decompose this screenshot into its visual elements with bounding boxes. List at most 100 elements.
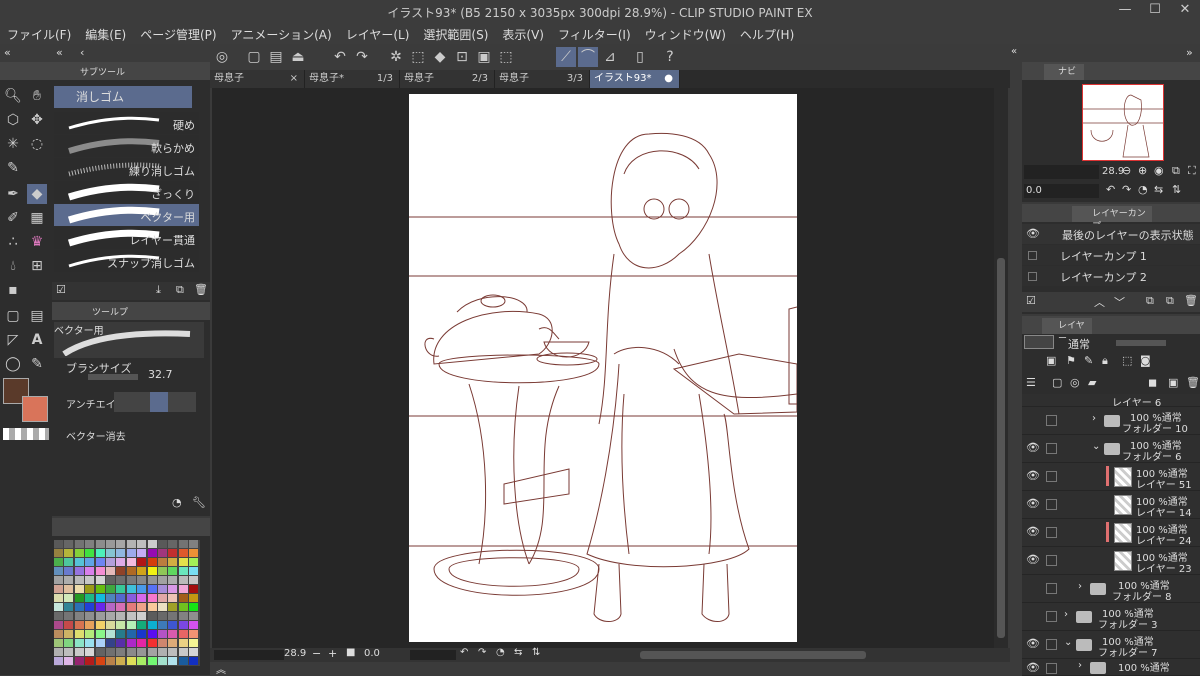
clip-icon[interactable]: ▣ (1046, 354, 1056, 367)
color-swatch[interactable] (168, 603, 178, 611)
color-swatch[interactable] (189, 648, 199, 656)
document-tab[interactable]: 母息子 2/3 (400, 70, 495, 88)
color-swatch[interactable] (178, 567, 188, 575)
canvas-area[interactable] (212, 88, 994, 648)
color-swatch[interactable] (116, 558, 126, 566)
color-swatch[interactable] (54, 630, 63, 638)
snap-grid-icon[interactable]: ⊿ (600, 47, 620, 67)
navigator-angle-value[interactable]: 0.0 (1026, 185, 1042, 196)
color-swatch[interactable] (64, 585, 74, 593)
color-swatch[interactable] (189, 621, 199, 629)
color-swatch[interactable] (137, 594, 147, 602)
collapse-icon[interactable]: ⌄ (1064, 637, 1072, 648)
reference-icon[interactable]: ⚑ (1066, 354, 1076, 367)
navigator-preview[interactable] (1082, 84, 1164, 161)
flip-horizontal-icon[interactable]: ⇆ (1154, 183, 1163, 196)
eraser-tool-icon[interactable]: ◆ (27, 184, 47, 204)
color-swatch[interactable] (158, 576, 167, 584)
brush-item[interactable]: レイヤー貫通 (54, 227, 199, 249)
copy-comp-icon[interactable]: ⧉ (1166, 294, 1174, 308)
balloon-tool-icon[interactable]: ◯ (3, 354, 23, 374)
add-comp-icon[interactable]: ⧉ (1146, 294, 1154, 308)
draft-icon[interactable]: ✎ (1084, 354, 1093, 367)
device-icon[interactable]: ▯ (630, 47, 650, 67)
layer-row[interactable]: 👁︎ 100 %通常 レイヤー 24 (1022, 519, 1200, 547)
fit-icon[interactable]: ■ (346, 647, 355, 658)
document-tab-active[interactable]: イラスト93* ● (590, 70, 680, 88)
hand-tool-icon[interactable]: ✋︎ (27, 86, 47, 106)
color-swatch[interactable] (95, 630, 105, 638)
menu-help[interactable]: ヘルプ(H) (733, 22, 801, 43)
blend-mode[interactable]: 通常 (1068, 336, 1090, 352)
new-folder-icon[interactable]: ▰ (1088, 376, 1096, 389)
color-swatch[interactable] (126, 549, 136, 557)
color-swatch[interactable] (85, 657, 95, 665)
color-swatch[interactable] (116, 585, 126, 593)
color-swatch[interactable] (64, 540, 74, 548)
color-swatch[interactable] (106, 540, 115, 548)
color-swatch[interactable] (54, 576, 63, 584)
collapse-icon[interactable]: ⌄ (1092, 441, 1100, 452)
color-swatch[interactable] (168, 630, 178, 638)
color-swatch[interactable] (116, 612, 126, 620)
color-swatch[interactable] (85, 621, 95, 629)
color-swatch[interactable] (106, 576, 115, 584)
layer-row[interactable]: 👁︎ 100 %通常 レイヤー 14 (1022, 491, 1200, 519)
navigator-zoom-slider[interactable] (1024, 165, 1099, 179)
color-swatch[interactable] (178, 576, 188, 584)
color-swatch[interactable] (189, 603, 199, 611)
color-swatch[interactable] (116, 549, 126, 557)
color-swatch[interactable] (158, 567, 167, 575)
horizontal-scrollbar[interactable] (640, 651, 866, 659)
color-swatch[interactable] (85, 648, 95, 656)
new-layer-icon[interactable]: ◼ (1148, 376, 1157, 389)
color-swatch[interactable] (85, 630, 95, 638)
color-swatch[interactable] (64, 567, 74, 575)
color-swatch[interactable] (95, 549, 105, 557)
layer-tab[interactable]: レイヤー (1042, 318, 1092, 344)
layer-row[interactable]: › 100 %通常 フォルダー 3 (1022, 603, 1200, 631)
document-tab[interactable]: 母息子 × (210, 70, 305, 88)
layer-comp-item[interactable]: レイヤーカンプ 1 (1022, 245, 1200, 265)
color-swatch[interactable] (54, 594, 63, 602)
color-swatch[interactable] (137, 639, 147, 647)
brush-item[interactable]: 硬め (54, 112, 199, 134)
color-swatch[interactable] (137, 603, 147, 611)
color-swatch[interactable] (64, 594, 74, 602)
brush-item[interactable]: 軟らかめ (54, 135, 199, 157)
color-swatch[interactable] (85, 549, 95, 557)
color-swatch[interactable] (95, 612, 105, 620)
color-swatch[interactable] (178, 630, 188, 638)
color-swatch[interactable] (64, 549, 74, 557)
color-swatch[interactable] (189, 549, 199, 557)
color-swatch[interactable] (106, 612, 115, 620)
color-swatch[interactable] (106, 639, 115, 647)
color-swatch[interactable] (85, 594, 95, 602)
decoration-tool-icon[interactable]: ✐ (3, 208, 23, 228)
color-swatch[interactable] (95, 639, 105, 647)
color-swatch[interactable] (147, 657, 157, 665)
color-swatch[interactable] (74, 558, 84, 566)
expand-icon[interactable]: › (1078, 581, 1082, 592)
color-swatch[interactable] (54, 657, 63, 665)
color-swatch[interactable] (54, 648, 63, 656)
color-swatch[interactable] (147, 594, 157, 602)
menu-filter[interactable]: フィルター(I) (551, 22, 638, 43)
color-swatch[interactable] (137, 540, 147, 548)
color-swatch[interactable] (64, 558, 74, 566)
deselect-icon[interactable]: ⊡ (452, 47, 472, 67)
color-swatch[interactable] (64, 657, 74, 665)
fit-window-icon[interactable]: ⧉ (1172, 164, 1180, 178)
reset-icon[interactable]: ◔ (172, 496, 182, 509)
copy-icon[interactable]: ⧉ (176, 283, 184, 297)
color-swatch[interactable] (54, 549, 63, 557)
color-swatch[interactable] (147, 549, 157, 557)
color-swatch[interactable] (106, 621, 115, 629)
zoom-tool-icon[interactable]: 🔍︎ (3, 86, 23, 106)
color-swatch[interactable] (64, 639, 74, 647)
brush-item[interactable]: スナップ消しゴム (54, 250, 199, 272)
color-swatch[interactable] (116, 540, 126, 548)
rotate-slider[interactable] (410, 650, 456, 660)
color-swatch[interactable] (137, 630, 147, 638)
redo-icon[interactable]: ↷ (352, 47, 372, 67)
